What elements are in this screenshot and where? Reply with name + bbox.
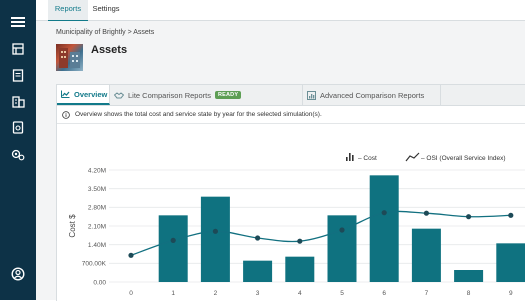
sidebar (0, 0, 36, 300)
x-tick-label: 4 (298, 290, 302, 297)
settings-gears-icon[interactable] (9, 145, 27, 163)
bar (200, 196, 230, 282)
x-tick-label: 6 (382, 290, 386, 297)
legend-cost-label: – Cost (358, 155, 377, 162)
legend-osi-line-icon (405, 152, 420, 162)
x-tick-label: 8 (467, 290, 471, 297)
report-icon[interactable] (9, 118, 27, 136)
osi-point (297, 238, 303, 244)
y-tick-label: 0.00 (93, 279, 106, 286)
osi-line (130, 210, 511, 256)
x-tick-label: 2 (214, 290, 218, 297)
cost-chart: 0.00 700.00K 1.40M 2.10M 2.80M 3.50M 4.20M Cost… (68, 152, 525, 297)
legend-cost-bar-icon (349, 153, 351, 161)
bar (285, 256, 315, 282)
buildings-icon[interactable] (9, 92, 27, 110)
bar (411, 228, 441, 282)
osi-point (212, 228, 218, 234)
legend-cost-bar-icon (346, 157, 348, 161)
bar (158, 215, 188, 282)
overview-card: Overview Lite Comparison Reports READY A… (56, 84, 525, 301)
bar (243, 260, 273, 282)
x-tick-label: 9 (509, 290, 513, 297)
x-tick-label: 5 (340, 290, 344, 297)
x-tick-label: 7 (425, 290, 429, 297)
page-thumbnail-image (56, 44, 83, 71)
osi-point (170, 237, 176, 243)
breadcrumb[interactable]: Municipality of Brightly > Assets (56, 29, 154, 36)
x-tick-label: 0 (129, 290, 133, 297)
document-icon[interactable] (9, 66, 27, 84)
osi-point (255, 235, 261, 241)
inventory-icon[interactable] (9, 40, 27, 58)
user-account-icon[interactable] (9, 265, 27, 283)
y-tick-label: 2.10M (88, 223, 106, 230)
legend-cost-bar-icon (352, 155, 354, 161)
x-tick-label: 3 (256, 290, 260, 297)
osi-point (128, 252, 134, 258)
y-tick-label: 700.00K (82, 261, 107, 268)
y-tick-label: 4.20M (88, 167, 106, 174)
tab-settings[interactable]: Settings (88, 0, 124, 20)
x-tick-label: 1 (171, 290, 175, 297)
osi-point (466, 214, 472, 220)
tab-reports[interactable]: Reports (48, 0, 88, 22)
y-tick-label: 1.40M (88, 242, 106, 249)
osi-point (423, 210, 429, 216)
page-title: Assets (91, 44, 128, 56)
bar (369, 175, 399, 282)
hamburger-menu-icon[interactable] (9, 13, 27, 31)
osi-point (339, 227, 345, 233)
bar (496, 243, 525, 282)
osi-point (381, 210, 387, 216)
osi-point (508, 212, 514, 218)
y-axis-label: Cost $ (68, 214, 77, 238)
legend-osi-label: – OSI (Overall Service Index) (421, 155, 506, 162)
bar (454, 270, 484, 282)
y-tick-label: 2.80M (88, 205, 106, 212)
y-tick-label: 3.50M (88, 186, 106, 193)
top-navigation: Reports Settings (36, 0, 525, 22)
